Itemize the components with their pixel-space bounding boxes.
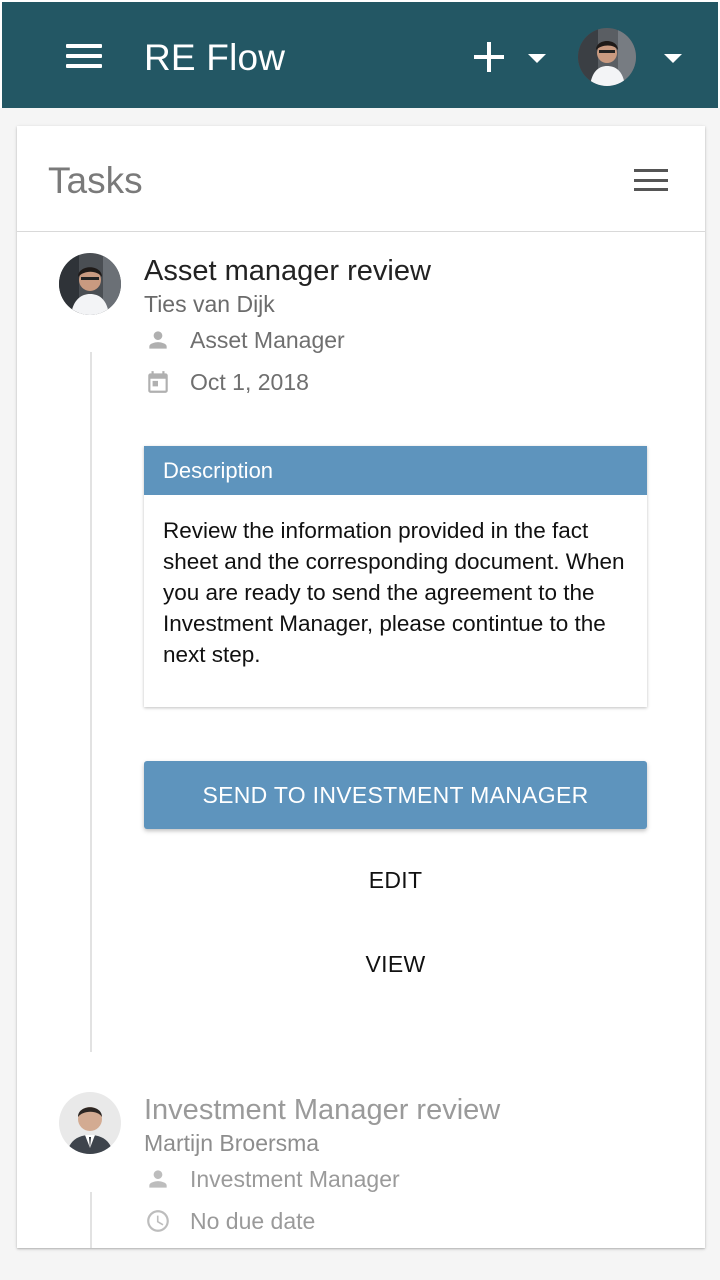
description-text: Review the information provided in the f… [163, 518, 625, 667]
person-icon [144, 326, 172, 354]
task-due-date-label: Oct 1, 2018 [190, 368, 309, 395]
task-due-date: No due date [144, 1206, 315, 1236]
task-due-date: Oct 1, 2018 [144, 367, 309, 397]
menu-icon[interactable] [66, 44, 102, 68]
task-role-label: Investment Manager [190, 1165, 400, 1192]
task-role: Investment Manager [144, 1164, 400, 1194]
view-button[interactable]: VIEW [144, 939, 647, 989]
card-header: Tasks [17, 126, 705, 232]
card-title: Tasks [48, 160, 143, 201]
task-assignee-name: Martijn Broersma [144, 1130, 320, 1156]
task-assignee-name: Ties van Dijk [144, 291, 275, 317]
clock-icon [144, 1207, 172, 1235]
timeline-connector [90, 352, 92, 1052]
description-heading: Description [144, 446, 647, 495]
task-assignee-avatar [59, 253, 121, 315]
plus-icon[interactable] [474, 42, 504, 72]
person-icon [144, 1165, 172, 1193]
task-role-label: Asset Manager [190, 326, 345, 353]
task-assignee-avatar [59, 1092, 121, 1154]
description-panel: Description Review the information provi… [144, 446, 647, 707]
tasks-card: Tasks Asset manager review Ties van Dijk [17, 126, 705, 1248]
app-bar: RE Flow [0, 0, 720, 108]
calendar-icon [144, 368, 172, 396]
task-title: Investment Manager review [144, 1094, 501, 1126]
user-dropdown-caret-icon[interactable] [664, 54, 682, 63]
app-title: RE Flow [144, 37, 286, 78]
task-due-date-label: No due date [190, 1207, 316, 1234]
timeline-connector [90, 1192, 92, 1248]
task-role: Asset Manager [144, 325, 345, 355]
card-menu-icon[interactable] [634, 169, 668, 191]
task-title: Asset manager review [144, 255, 431, 287]
add-dropdown-caret-icon[interactable] [528, 54, 546, 63]
user-avatar[interactable] [578, 28, 636, 86]
edit-button[interactable]: EDIT [144, 855, 647, 905]
send-to-investment-manager-button[interactable]: SEND TO INVESTMENT MANAGER [144, 761, 647, 829]
